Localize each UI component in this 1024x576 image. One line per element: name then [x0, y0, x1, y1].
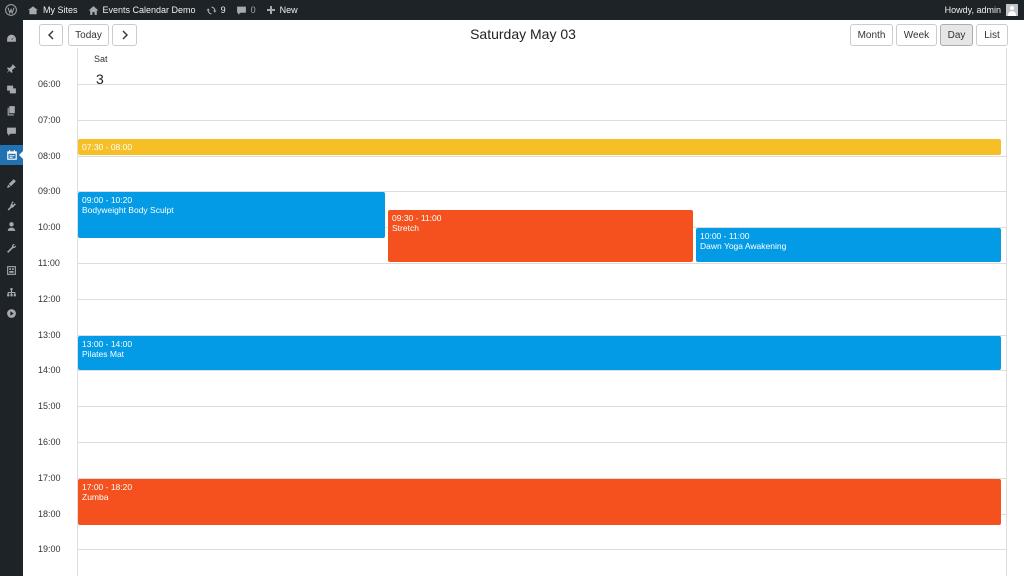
hour-label: 10:00 [38, 222, 61, 232]
media-icon[interactable] [0, 79, 23, 99]
view-month-button[interactable]: Month [850, 24, 893, 46]
hour-label: 09:00 [38, 186, 61, 196]
event-title: Pilates Mat [82, 349, 125, 359]
event-time: 09:30 - 11:00 [392, 213, 442, 223]
calendar-event[interactable]: 09:30 - 11:00 Stretch [388, 210, 693, 262]
event-time: 17:00 - 18:20 [82, 482, 133, 492]
hour-line [77, 263, 1007, 264]
event-time: 07:30 - 08:00 [82, 142, 133, 152]
comments-icon[interactable] [0, 121, 23, 141]
calendar-event[interactable]: 09:00 - 10:20 Bodyweight Body Sculpt [78, 192, 385, 238]
prev-button[interactable] [39, 24, 63, 46]
plugins-icon[interactable] [0, 195, 23, 215]
event-time: 13:00 - 14:00 [82, 339, 133, 349]
hour-label: 17:00 [38, 473, 61, 483]
plus-icon [266, 6, 275, 14]
hour-label: 08:00 [38, 151, 61, 161]
next-button[interactable] [112, 24, 137, 46]
calendar-event[interactable]: 07:30 - 08:00 [78, 139, 1001, 155]
settings-icon[interactable] [0, 260, 23, 280]
home-icon [88, 5, 98, 15]
view-day-button[interactable]: Day [940, 24, 973, 46]
site-name-label: Events Calendar Demo [102, 5, 196, 15]
grid-right-border [1006, 48, 1007, 576]
hour-line [77, 370, 1007, 371]
tools-icon[interactable] [0, 238, 23, 258]
view-week-button[interactable]: Week [896, 24, 937, 46]
my-sites-label: My Sites [43, 5, 78, 15]
hour-line [77, 120, 1007, 121]
hour-label: 16:00 [38, 437, 61, 447]
hour-line [77, 156, 1007, 157]
page-title: Saturday May 03 [470, 26, 576, 42]
today-button[interactable]: Today [68, 24, 109, 46]
hour-label: 11:00 [38, 258, 60, 268]
chevron-left-icon [48, 30, 54, 40]
comments-menu[interactable]: 0 [231, 0, 261, 20]
hour-line [77, 549, 1007, 550]
calendar-event[interactable]: 17:00 - 18:20 Zumba [78, 479, 1001, 525]
event-title: Stretch [392, 223, 419, 233]
pin-icon[interactable] [0, 58, 23, 78]
updates-count: 9 [220, 5, 226, 15]
view-list-button[interactable]: List [976, 24, 1008, 46]
new-content-menu[interactable]: New [261, 0, 303, 20]
calendar-event[interactable]: 10:00 - 11:00 Dawn Yoga Awakening [696, 228, 1001, 262]
updates-icon [206, 6, 217, 14]
hour-label: 15:00 [38, 401, 61, 411]
dashboard-icon[interactable] [0, 28, 23, 48]
comment-icon [236, 6, 246, 15]
hour-label: 06:00 [38, 79, 61, 89]
pages-icon[interactable] [0, 100, 23, 120]
hour-label: 18:00 [38, 509, 61, 519]
my-sites-menu[interactable]: My Sites [22, 0, 83, 20]
hour-label: 19:00 [38, 544, 61, 554]
appearance-icon[interactable] [0, 173, 23, 193]
hour-line [77, 299, 1007, 300]
admin-sidebar [0, 20, 23, 576]
site-name-menu[interactable]: Events Calendar Demo [83, 0, 201, 20]
howdy-label: Howdy, admin [944, 5, 1001, 15]
new-label: New [279, 5, 298, 15]
chevron-right-icon [122, 30, 128, 40]
event-time: 10:00 - 11:00 [700, 231, 750, 241]
day-header-weekday: Sat [94, 54, 108, 64]
hour-label: 07:00 [38, 115, 61, 125]
network-icon[interactable] [0, 282, 23, 302]
event-title: Bodyweight Body Sculpt [82, 205, 174, 215]
wordpress-logo[interactable] [0, 0, 22, 20]
hour-label: 12:00 [38, 294, 61, 304]
avatar [1006, 4, 1018, 16]
hour-label: 13:00 [38, 330, 61, 340]
admin-bar: My Sites Events Calendar Demo 9 0 New Ho… [0, 0, 1024, 20]
hour-label: 14:00 [38, 365, 61, 375]
hour-line [77, 442, 1007, 443]
hour-line [77, 84, 1007, 85]
wordpress-icon [5, 4, 17, 16]
comments-count: 0 [250, 5, 256, 15]
play-icon[interactable] [0, 303, 23, 323]
updates-menu[interactable]: 9 [201, 0, 231, 20]
calendar-icon[interactable] [0, 145, 23, 165]
account-menu[interactable]: Howdy, admin [945, 0, 1024, 20]
my-sites-icon [28, 6, 38, 15]
event-time: 09:00 - 10:20 [82, 195, 133, 205]
users-icon[interactable] [0, 216, 23, 236]
event-title: Dawn Yoga Awakening [700, 241, 787, 251]
hour-line [77, 406, 1007, 407]
event-title: Zumba [82, 492, 109, 502]
calendar-event[interactable]: 13:00 - 14:00 Pilates Mat [78, 336, 1001, 370]
